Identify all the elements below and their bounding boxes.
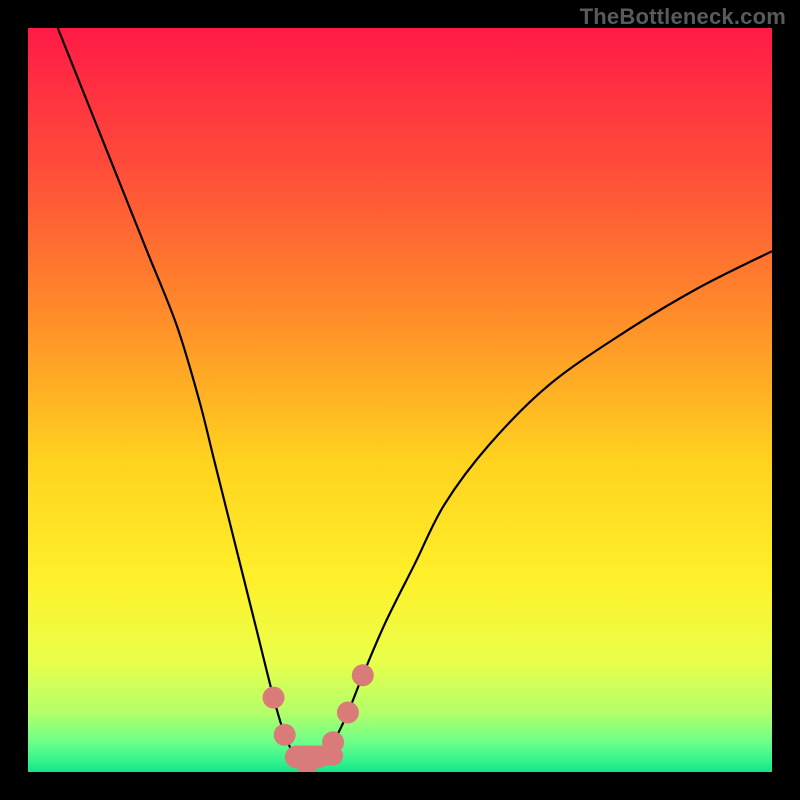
- rate-dot: [352, 664, 374, 686]
- chart-frame: TheBottleneck.com: [0, 0, 800, 800]
- bottleneck-curve: [28, 28, 772, 772]
- rate-dot: [263, 687, 285, 709]
- watermark-text: TheBottleneck.com: [580, 4, 786, 30]
- curve-line: [58, 28, 772, 765]
- rate-dot: [322, 731, 344, 753]
- rate-dot: [337, 701, 359, 723]
- rate-dot: [274, 724, 296, 746]
- plot-area: [28, 28, 772, 772]
